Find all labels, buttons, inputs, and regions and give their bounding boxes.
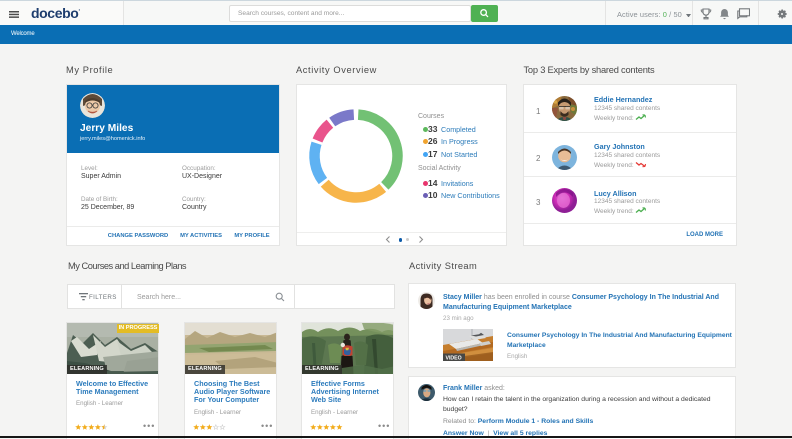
svg-text:VIDEO: VIDEO: [446, 355, 462, 361]
